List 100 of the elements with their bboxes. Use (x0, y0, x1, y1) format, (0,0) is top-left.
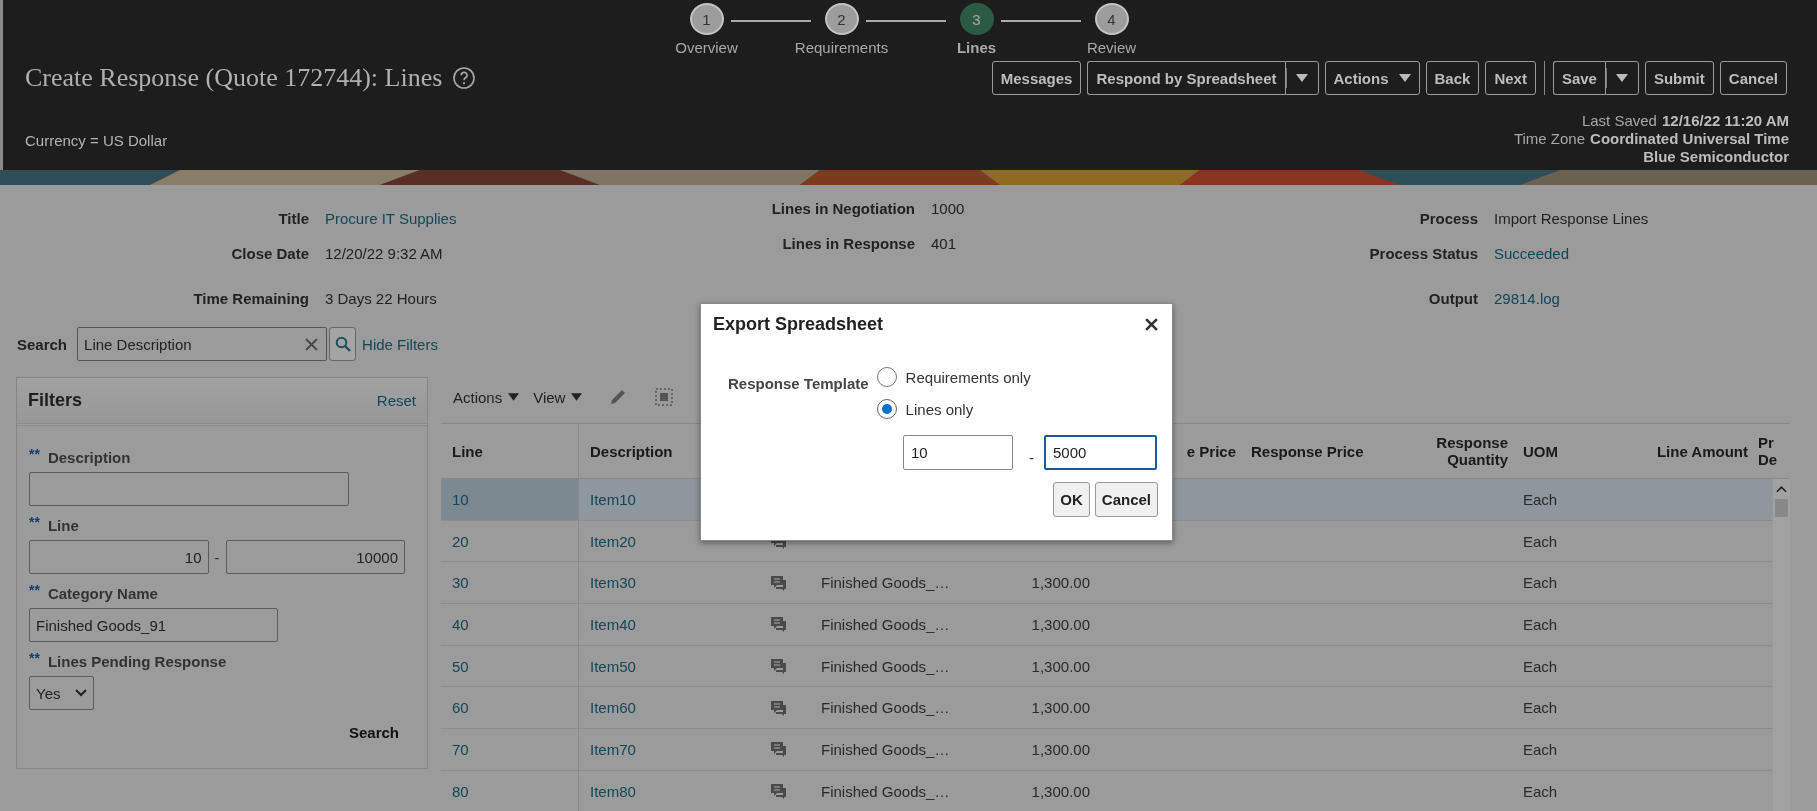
field-value: 3 Days 22 Hours (325, 290, 437, 307)
search-field[interactable]: Line Description (77, 327, 328, 361)
header-button[interactable]: Back (1425, 61, 1480, 95)
field-label: Title (277, 210, 310, 227)
field-value: 12/20/22 9:32 AM (325, 245, 443, 262)
dropdown-button[interactable] (1284, 61, 1319, 95)
step-circle[interactable]: 2 (824, 3, 859, 35)
currency-text: Currency = US Dollar (25, 132, 168, 151)
field-value: Import Response Lines (1494, 210, 1649, 227)
line-link[interactable]: 60 (452, 699, 469, 717)
help-icon[interactable] (452, 66, 477, 90)
column-header[interactable]: Response Quantity (1431, 434, 1508, 468)
item-link[interactable]: Item50 (590, 657, 636, 675)
info-label: Last Saved (1581, 112, 1657, 130)
text-field[interactable]: Finished Goods_91 (29, 608, 278, 642)
range-separator: - (214, 548, 220, 566)
dialog-button[interactable]: OK (1053, 482, 1090, 517)
filter-label: Line (47, 517, 79, 534)
menu-button[interactable]: View (533, 388, 583, 406)
line-link[interactable]: 50 (452, 657, 469, 675)
text-field[interactable]: 10 (903, 435, 1013, 470)
item-link[interactable]: Item80 (590, 782, 636, 800)
column-header[interactable]: Pr De (1758, 434, 1778, 468)
caret-icon (571, 393, 583, 401)
item-link[interactable]: Item10 (590, 490, 636, 508)
option-label[interactable]: Lines only (905, 400, 974, 418)
line-link[interactable]: 10 (452, 490, 469, 508)
table-cell: Finished Goods_… (821, 574, 950, 592)
item-link[interactable]: Item40 (590, 615, 636, 633)
table-row[interactable]: 30 Item30 Finished Goods_… 1,300.00 Each (441, 562, 1773, 605)
text-field[interactable] (29, 472, 349, 506)
table-row[interactable]: 40 Item40 Finished Goods_… 1,300.00 Each (441, 604, 1773, 646)
header-button[interactable]: Messages (991, 61, 1082, 95)
menu-button[interactable]: Actions (453, 388, 520, 406)
line-link[interactable]: 80 (452, 782, 469, 800)
field-label: Lines in Negotiation (770, 200, 916, 217)
search-button[interactable] (329, 327, 357, 361)
item-link[interactable]: Item30 (590, 574, 636, 592)
column-header[interactable]: Response Price (1251, 442, 1364, 460)
dropdown-button[interactable] (1604, 61, 1639, 95)
table-cell: Each (1523, 740, 1558, 758)
selection-icon[interactable] (654, 387, 675, 407)
header-button[interactable]: Save (1552, 61, 1605, 95)
step-circle[interactable]: 1 (689, 3, 724, 35)
menu-button[interactable]: Actions (1324, 61, 1420, 95)
table-cell: Finished Goods_… (821, 615, 950, 633)
table-row[interactable]: 70 Item70 Finished Goods_… 1,300.00 Each (441, 729, 1773, 771)
column-header[interactable]: Description (590, 442, 673, 460)
option-label[interactable]: Requirements only (905, 368, 1031, 386)
line-link[interactable]: 70 (452, 740, 469, 758)
header-button[interactable]: Respond by Spreadsheet (1087, 61, 1285, 95)
scrollbar-thumb[interactable] (1775, 499, 1788, 517)
table-row[interactable]: 60 Item60 Finished Goods_… 1,300.00 Each (441, 687, 1773, 730)
field-label: Close Date (230, 245, 310, 262)
step-label: Requirements (794, 39, 889, 56)
line-link[interactable]: 20 (452, 532, 469, 550)
dialog-button[interactable]: Cancel (1094, 482, 1158, 517)
column-header[interactable]: Line Amount (1656, 442, 1748, 460)
search-icon (334, 336, 351, 352)
caret-icon (1295, 74, 1308, 82)
step-circle[interactable]: 3 (959, 3, 994, 35)
line-link[interactable]: 40 (452, 615, 469, 633)
reset-link[interactable]: Reset (376, 392, 416, 409)
close-icon[interactable] (1145, 317, 1158, 331)
header-button[interactable]: Next (1485, 61, 1536, 95)
field-link[interactable]: 29814.log (1494, 290, 1560, 307)
table-cell: 1,300.00 (1031, 740, 1090, 758)
field-value: 1000 (931, 200, 965, 217)
text-field[interactable]: 5000 (1044, 435, 1157, 470)
line-link[interactable]: 30 (452, 574, 469, 592)
column-header[interactable]: UOM (1523, 442, 1558, 460)
item-link[interactable]: Item60 (590, 699, 636, 717)
filter-label: Lines Pending Response (47, 653, 227, 670)
field-label: Process (1418, 210, 1479, 227)
field-link[interactable]: Procure IT Supplies (325, 210, 457, 227)
column-header[interactable]: Line (452, 442, 483, 460)
table-cell: Finished Goods_… (821, 740, 950, 758)
clear-icon[interactable] (305, 337, 319, 351)
header-button[interactable]: Cancel (1719, 61, 1787, 95)
header-button[interactable]: Submit (1644, 61, 1714, 95)
hide-filters-link[interactable]: Hide Filters (362, 335, 438, 353)
text-field[interactable]: 10 (29, 540, 209, 574)
item-link[interactable]: Item20 (590, 532, 636, 550)
item-link[interactable]: Item70 (590, 740, 636, 758)
info-value: Coordinated Universal Time (1590, 130, 1789, 148)
required-marker: ** (29, 582, 40, 598)
text-field[interactable]: 10000 (225, 540, 405, 574)
table-cell: Finished Goods_… (821, 782, 950, 800)
page-title: Create Response (Quote 172744): Lines (25, 63, 443, 93)
step-circle[interactable]: 4 (1094, 3, 1129, 35)
select-field[interactable]: Yes (29, 676, 94, 710)
table-cell: Each (1523, 699, 1558, 717)
step-label: Overview (675, 39, 738, 56)
step-label: Lines (956, 39, 997, 56)
table-row[interactable]: 50 Item50 Finished Goods_… 1,300.00 Each (441, 645, 1773, 688)
column-header[interactable]: e Price (1186, 442, 1236, 460)
field-link[interactable]: Succeeded (1494, 245, 1570, 262)
step-label: Review (1086, 39, 1137, 56)
scrollbar[interactable] (1773, 479, 1790, 811)
search-button[interactable]: Search (348, 724, 399, 741)
